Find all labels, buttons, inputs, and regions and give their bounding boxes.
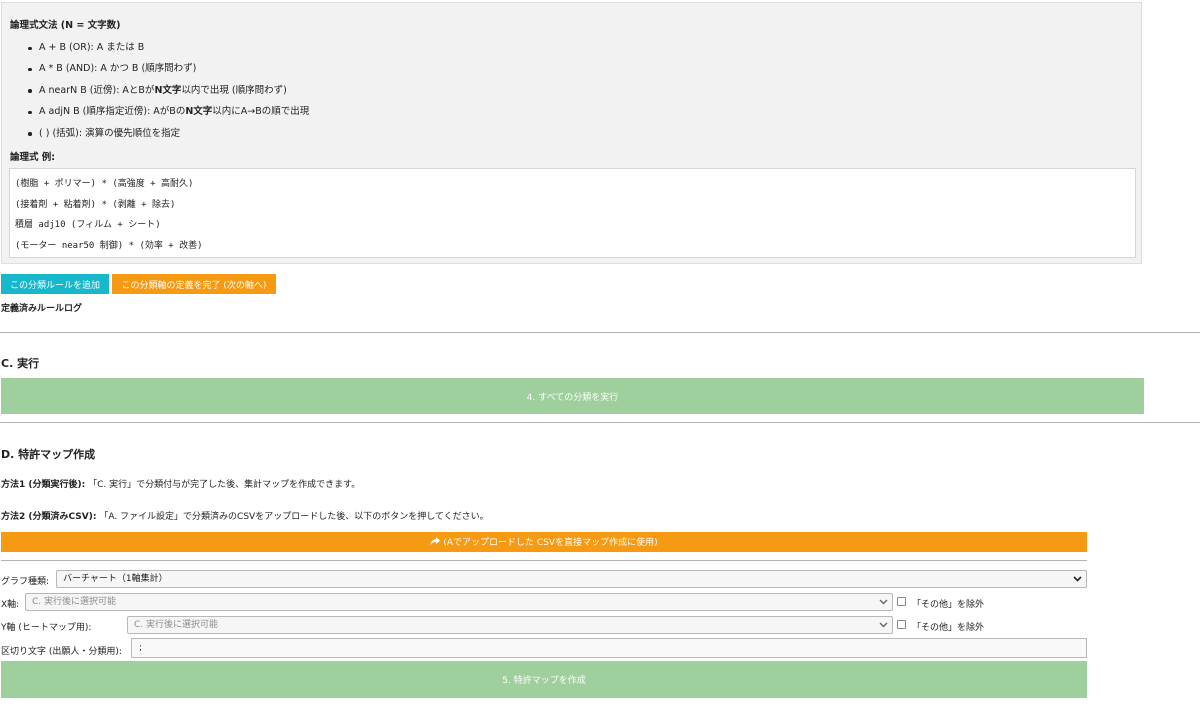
chevron-down-icon	[1073, 571, 1082, 593]
example-line: (モーター near50 制御) * (効率 + 改善)	[15, 240, 203, 251]
syntax-help-panel: 論理式文法 (N = 文字数) A + B (OR): A または B A * …	[1, 2, 1142, 264]
chevron-down-icon	[879, 617, 888, 639]
syntax-item-adj: A adjN B (順序指定近傍): AがBのN文字以内にA→Bの順で出現	[28, 104, 309, 125]
use-csv-for-map-button[interactable]: (Aでアップロードした CSVを直接マップ作成に使用)	[1, 532, 1087, 552]
graph-type-select[interactable]: バーチャート（1軸集計）	[56, 570, 1087, 588]
y-axis-label: Y軸 (ヒートマップ用):	[1, 623, 92, 633]
method2-text: 方法2 (分類済みCSV): 「A. ファイル設定」で分類済みのCSVをアップロ…	[1, 512, 489, 522]
syntax-item-and: A * B (AND): A かつ B (順序問わず)	[28, 61, 309, 82]
syntax-item-near: A nearN B (近傍): AとBがN文字以内で出現 (順序問わず)	[28, 83, 309, 104]
divider	[1, 560, 1087, 561]
example-code-box: (樹脂 + ポリマー) * (高強度 + 高耐久) (接着剤 + 粘着剤) * …	[9, 168, 1136, 258]
share-arrow-icon	[430, 537, 441, 549]
example-line: (接着剤 + 粘着剤) * (剥離 + 除去)	[15, 199, 176, 210]
method1-text: 方法1 (分類実行後): 「C. 実行」で分類付与が完了した後、集計マップを作成…	[1, 480, 361, 490]
exclude-other-y-checkbox[interactable]	[897, 620, 906, 629]
section-d-title: D. 特許マップ作成	[1, 448, 96, 461]
section-c-title: C. 実行	[1, 357, 40, 370]
delimiter-input[interactable]: ;	[131, 638, 1087, 658]
graph-type-label: グラフ種類:	[1, 577, 50, 587]
run-all-classification-button[interactable]: 4. すべての分類を実行	[1, 378, 1144, 414]
divider	[0, 422, 1200, 423]
x-axis-select[interactable]: C. 実行後に選択可能	[25, 593, 893, 611]
x-axis-label: X軸:	[1, 600, 20, 610]
exclude-other-y-label: 「その他」を除外	[912, 623, 985, 633]
syntax-help-list: A + B (OR): A または B A * B (AND): A かつ B …	[28, 40, 309, 147]
create-patent-map-button[interactable]: 5. 特許マップを作成	[1, 661, 1087, 698]
add-rule-button[interactable]: この分類ルールを追加	[1, 274, 109, 294]
example-title: 論理式 例:	[10, 152, 56, 163]
syntax-help-title: 論理式文法 (N = 文字数)	[10, 20, 121, 31]
y-axis-select[interactable]: C. 実行後に選択可能	[127, 616, 893, 634]
divider	[0, 332, 1200, 333]
exclude-other-x-label: 「その他」を除外	[912, 600, 985, 610]
chevron-down-icon	[879, 594, 888, 616]
complete-axis-button[interactable]: この分類軸の定義を完了 (次の軸へ)	[112, 274, 276, 294]
syntax-item-paren: ( ) (括弧): 演算の優先順位を指定	[28, 126, 309, 147]
example-line: (樹脂 + ポリマー) * (高強度 + 高耐久)	[15, 179, 194, 189]
exclude-other-x-checkbox[interactable]	[897, 597, 906, 606]
rule-log-title: 定義済みルールログ	[1, 304, 83, 314]
syntax-item-or: A + B (OR): A または B	[28, 40, 309, 61]
example-line: 積層 adj10 (フィルム + シート)	[15, 220, 161, 230]
delimiter-label: 区切り文字 (出願人・分類用):	[1, 647, 122, 657]
